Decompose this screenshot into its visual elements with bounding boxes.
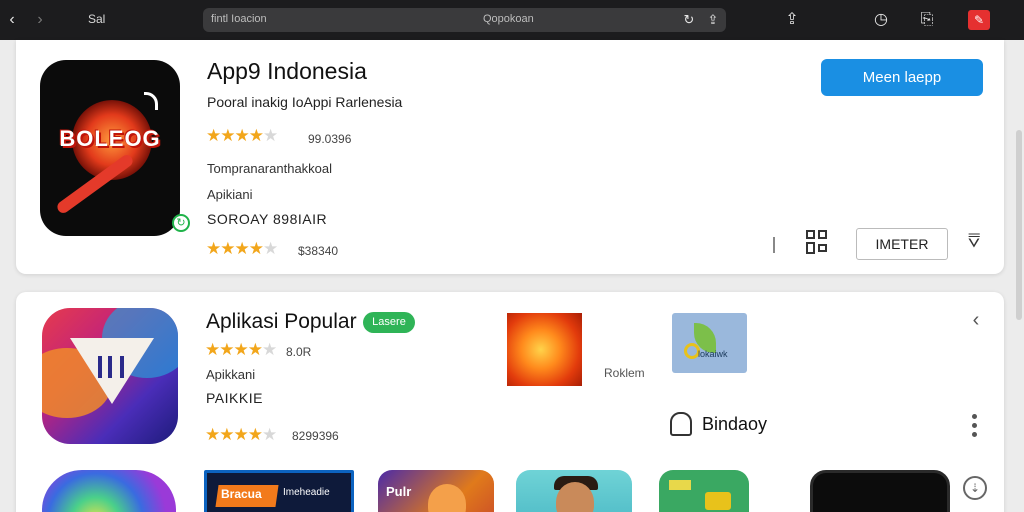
screenshot-thumb-leaf[interactable]: lokaiwk <box>672 313 747 373</box>
popular-app-icon[interactable] <box>42 308 178 444</box>
section-badge[interactable]: Lasere <box>363 312 415 333</box>
browser-toolbar: ‹ › Sal fintl Ioacion Qopokoan ↻ ⇪ ⇪ ◷ ⎘… <box>0 0 1024 40</box>
bell-icon[interactable] <box>670 412 692 436</box>
reload-icon[interactable]: ↻ <box>681 11 697 29</box>
more-options-icon[interactable] <box>972 414 978 438</box>
extension-icon[interactable]: ✎ <box>968 10 990 30</box>
apple-icon[interactable] <box>62 10 82 30</box>
popular-rating-stars-2: ★★★★★ <box>205 425 277 444</box>
bookmark-icon[interactable]: ⎘ <box>917 10 937 30</box>
divider <box>773 237 775 253</box>
app-thumb-3-title: Pulr <box>386 484 412 499</box>
verified-icon: ↻ <box>172 214 190 232</box>
app-thumb-2-title: Bracua <box>221 487 262 501</box>
install-button[interactable]: Meen laepp <box>821 59 983 96</box>
url-left-text: fintl Ioacion <box>211 13 267 25</box>
app-thumb-1[interactable] <box>42 470 176 512</box>
share-icon[interactable]: ⇪ <box>705 11 721 29</box>
scrollbar[interactable] <box>1016 40 1022 512</box>
rating-value: 99.0396 <box>308 132 352 146</box>
rating-stars-2: ★★★★★ <box>206 239 278 258</box>
clock-icon[interactable]: ◷ <box>871 10 891 30</box>
meter-button[interactable]: IMETER <box>856 228 948 260</box>
popular-rating-value-2: 8299396 <box>292 429 339 443</box>
app-thumb-2[interactable]: Bracua Imeheadie <box>204 470 354 512</box>
app-thumb-2-sub: Imeheadie <box>283 487 330 498</box>
featured-app-card: BOLEOG ↻ App9 Indonesia Pooral inakig Io… <box>16 40 1004 274</box>
thumb-leaf-caption: lokaiwk <box>698 349 728 359</box>
popular-rating-value: 8.0R <box>286 345 312 359</box>
rating-stars: ★★★★★ <box>206 126 278 145</box>
app-subtitle: Pooral inakig IoAppi Rarlenesia <box>207 94 403 110</box>
url-center-text: Qopokoan <box>483 13 534 25</box>
download-icon[interactable]: ⇪ <box>782 10 802 30</box>
app-developer: SOROAY 898IAIR <box>207 211 328 227</box>
popular-apps-card: Aplikasi Popular Lasere ★★★★★ 8.0R Apikk… <box>16 292 1004 512</box>
app-thumb-3[interactable]: Pulr <box>378 470 494 512</box>
rating-value-2: $38340 <box>298 244 339 258</box>
app-thumb-5[interactable] <box>659 470 749 512</box>
download-arrow-icon[interactable]: ⩢ <box>962 226 986 256</box>
popular-developer: PAIKKIE <box>206 390 263 406</box>
popular-category: Apikkani <box>206 367 256 382</box>
circle-arrow-icon[interactable]: ⇣ <box>963 476 987 500</box>
side-label: Roklem <box>604 366 645 380</box>
qr-code-icon[interactable] <box>806 230 828 256</box>
app-meta: Tompranaranthakkoal <box>207 161 333 176</box>
app-thumb-4[interactable] <box>516 470 632 512</box>
chevron-left-icon[interactable]: ‹ <box>966 310 986 330</box>
section-title: Aplikasi Popular <box>206 310 357 333</box>
app-icon-word: BOLEOG <box>59 126 161 151</box>
popular-rating-stars: ★★★★★ <box>205 340 277 359</box>
app-thumb-6[interactable] <box>810 470 950 512</box>
brand-label: Sal <box>88 12 106 26</box>
back-icon[interactable]: ‹ <box>2 10 22 30</box>
app-category: Apikiani <box>207 187 253 202</box>
screenshot-thumb-fire[interactable] <box>507 313 582 386</box>
forward-icon[interactable]: › <box>30 10 50 30</box>
follow-label[interactable]: Bindaoy <box>702 414 767 435</box>
app-icon[interactable]: BOLEOG <box>40 60 180 236</box>
url-bar[interactable]: fintl Ioacion Qopokoan ↻ ⇪ <box>203 8 726 32</box>
app-title: App9 Indonesia <box>207 58 367 84</box>
